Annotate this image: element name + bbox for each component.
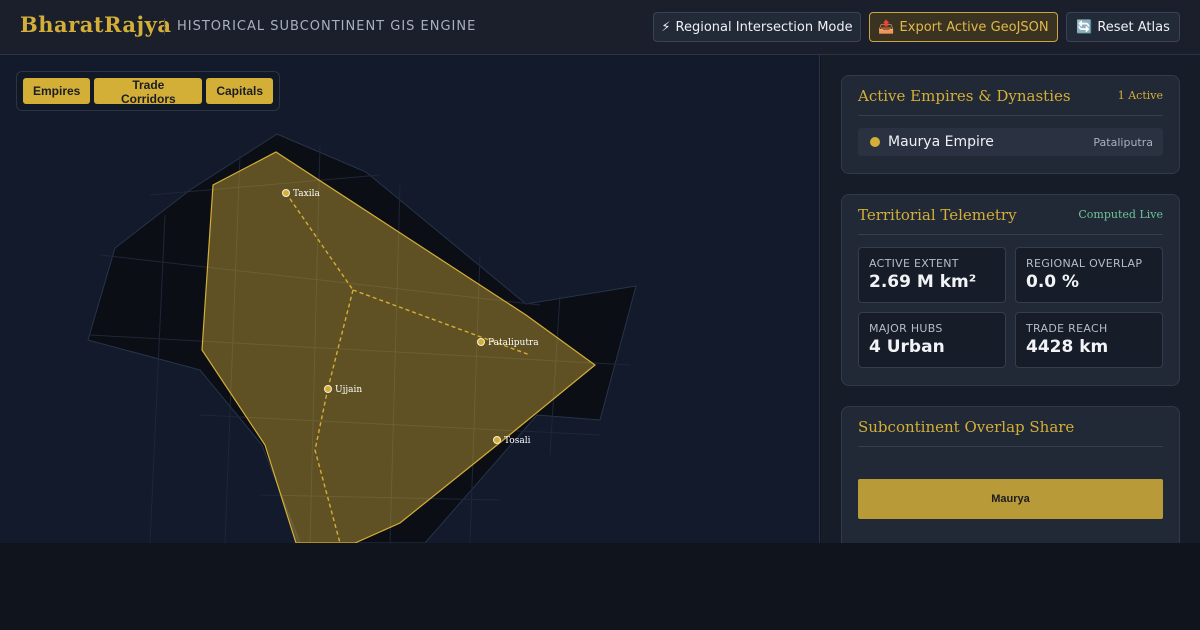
- layer-trade-corridors-button[interactable]: Trade Corridors: [94, 78, 203, 106]
- layer-empires-button[interactable]: Empires: [23, 78, 91, 104]
- reset-atlas-label: Reset Atlas: [1097, 19, 1170, 35]
- app-logo: BharatRajya: [20, 12, 172, 37]
- label-pataliputra: Pataliputra: [488, 338, 539, 348]
- stat-label: MAJOR HUBS: [869, 322, 943, 335]
- stat-major-hubs: MAJOR HUBS 4 Urban: [858, 312, 1006, 368]
- overlap-share-card: Subcontinent Overlap Share Maurya: [841, 406, 1180, 543]
- reset-icon: 🔄: [1076, 19, 1093, 35]
- telemetry-status: Computed Live: [1078, 208, 1163, 221]
- active-count-badge: 1 Active: [1117, 89, 1163, 102]
- map-svg[interactable]: Taxila Pataliputra Ujjain Tosali: [0, 55, 820, 543]
- stat-label: REGIONAL OVERLAP: [1026, 257, 1143, 270]
- overlap-share-header: Subcontinent Overlap Share: [858, 407, 1163, 447]
- label-tosali: Tosali: [504, 436, 531, 446]
- empire-name: Maurya Empire: [888, 134, 994, 150]
- telemetry-header: Territorial Telemetry Computed Live: [858, 195, 1163, 235]
- label-taxila: Taxila: [293, 189, 321, 199]
- empire-color-dot: [870, 137, 880, 147]
- overlap-share-title: Subcontinent Overlap Share: [858, 417, 1075, 436]
- export-icon: 📤: [878, 19, 895, 35]
- active-empires-card: Active Empires & Dynasties 1 Active Maur…: [841, 75, 1180, 174]
- export-geojson-button[interactable]: 📤 Export Active GeoJSON: [869, 12, 1058, 42]
- empire-capital: Pataliputra: [1093, 135, 1153, 149]
- active-empires-title: Active Empires & Dynasties: [858, 86, 1071, 105]
- stat-regional-overlap: REGIONAL OVERLAP 0.0 %: [1015, 247, 1163, 303]
- telemetry-title: Territorial Telemetry: [858, 205, 1017, 224]
- stat-value: 0.0 %: [1026, 272, 1080, 292]
- stat-trade-reach: TRADE REACH 4428 km: [1015, 312, 1163, 368]
- empire-row-maurya[interactable]: Maurya Empire Pataliputra: [858, 128, 1163, 156]
- label-ujjain: Ujjain: [335, 385, 362, 395]
- overlap-share-bar-maurya[interactable]: Maurya: [858, 479, 1163, 519]
- stat-value: 2.69 M km²: [869, 272, 977, 292]
- layer-capitals-button[interactable]: Capitals: [206, 78, 273, 104]
- app-tagline: HISTORICAL SUBCONTINENT GIS ENGINE: [164, 18, 476, 35]
- export-geojson-label: Export Active GeoJSON: [899, 19, 1049, 35]
- stat-value: 4 Urban: [869, 337, 945, 357]
- reset-atlas-button[interactable]: 🔄 Reset Atlas: [1066, 12, 1180, 42]
- territorial-telemetry-card: Territorial Telemetry Computed Live ACTI…: [841, 194, 1180, 386]
- lightning-icon: ⚡: [661, 19, 671, 35]
- sidebar-panel: Active Empires & Dynasties 1 Active Maur…: [821, 55, 1200, 543]
- stat-value: 4428 km: [1026, 337, 1109, 357]
- intersection-mode-label: Regional Intersection Mode: [675, 19, 853, 35]
- share-bar-label: Maurya: [991, 493, 1030, 505]
- stat-active-extent: ACTIVE EXTENT 2.69 M km²: [858, 247, 1006, 303]
- map-canvas[interactable]: Taxila Pataliputra Ujjain Tosali Empires…: [0, 55, 820, 543]
- stat-label: TRADE REACH: [1026, 322, 1108, 335]
- layer-toggle-group: Empires Trade Corridors Capitals: [16, 71, 280, 111]
- active-empires-header: Active Empires & Dynasties 1 Active: [858, 76, 1163, 116]
- stat-label: ACTIVE EXTENT: [869, 257, 959, 270]
- telemetry-stats-grid: ACTIVE EXTENT 2.69 M km² REGIONAL OVERLA…: [858, 247, 1163, 368]
- app-header: BharatRajya HISTORICAL SUBCONTINENT GIS …: [0, 0, 1200, 55]
- intersection-mode-button[interactable]: ⚡ Regional Intersection Mode: [653, 12, 861, 42]
